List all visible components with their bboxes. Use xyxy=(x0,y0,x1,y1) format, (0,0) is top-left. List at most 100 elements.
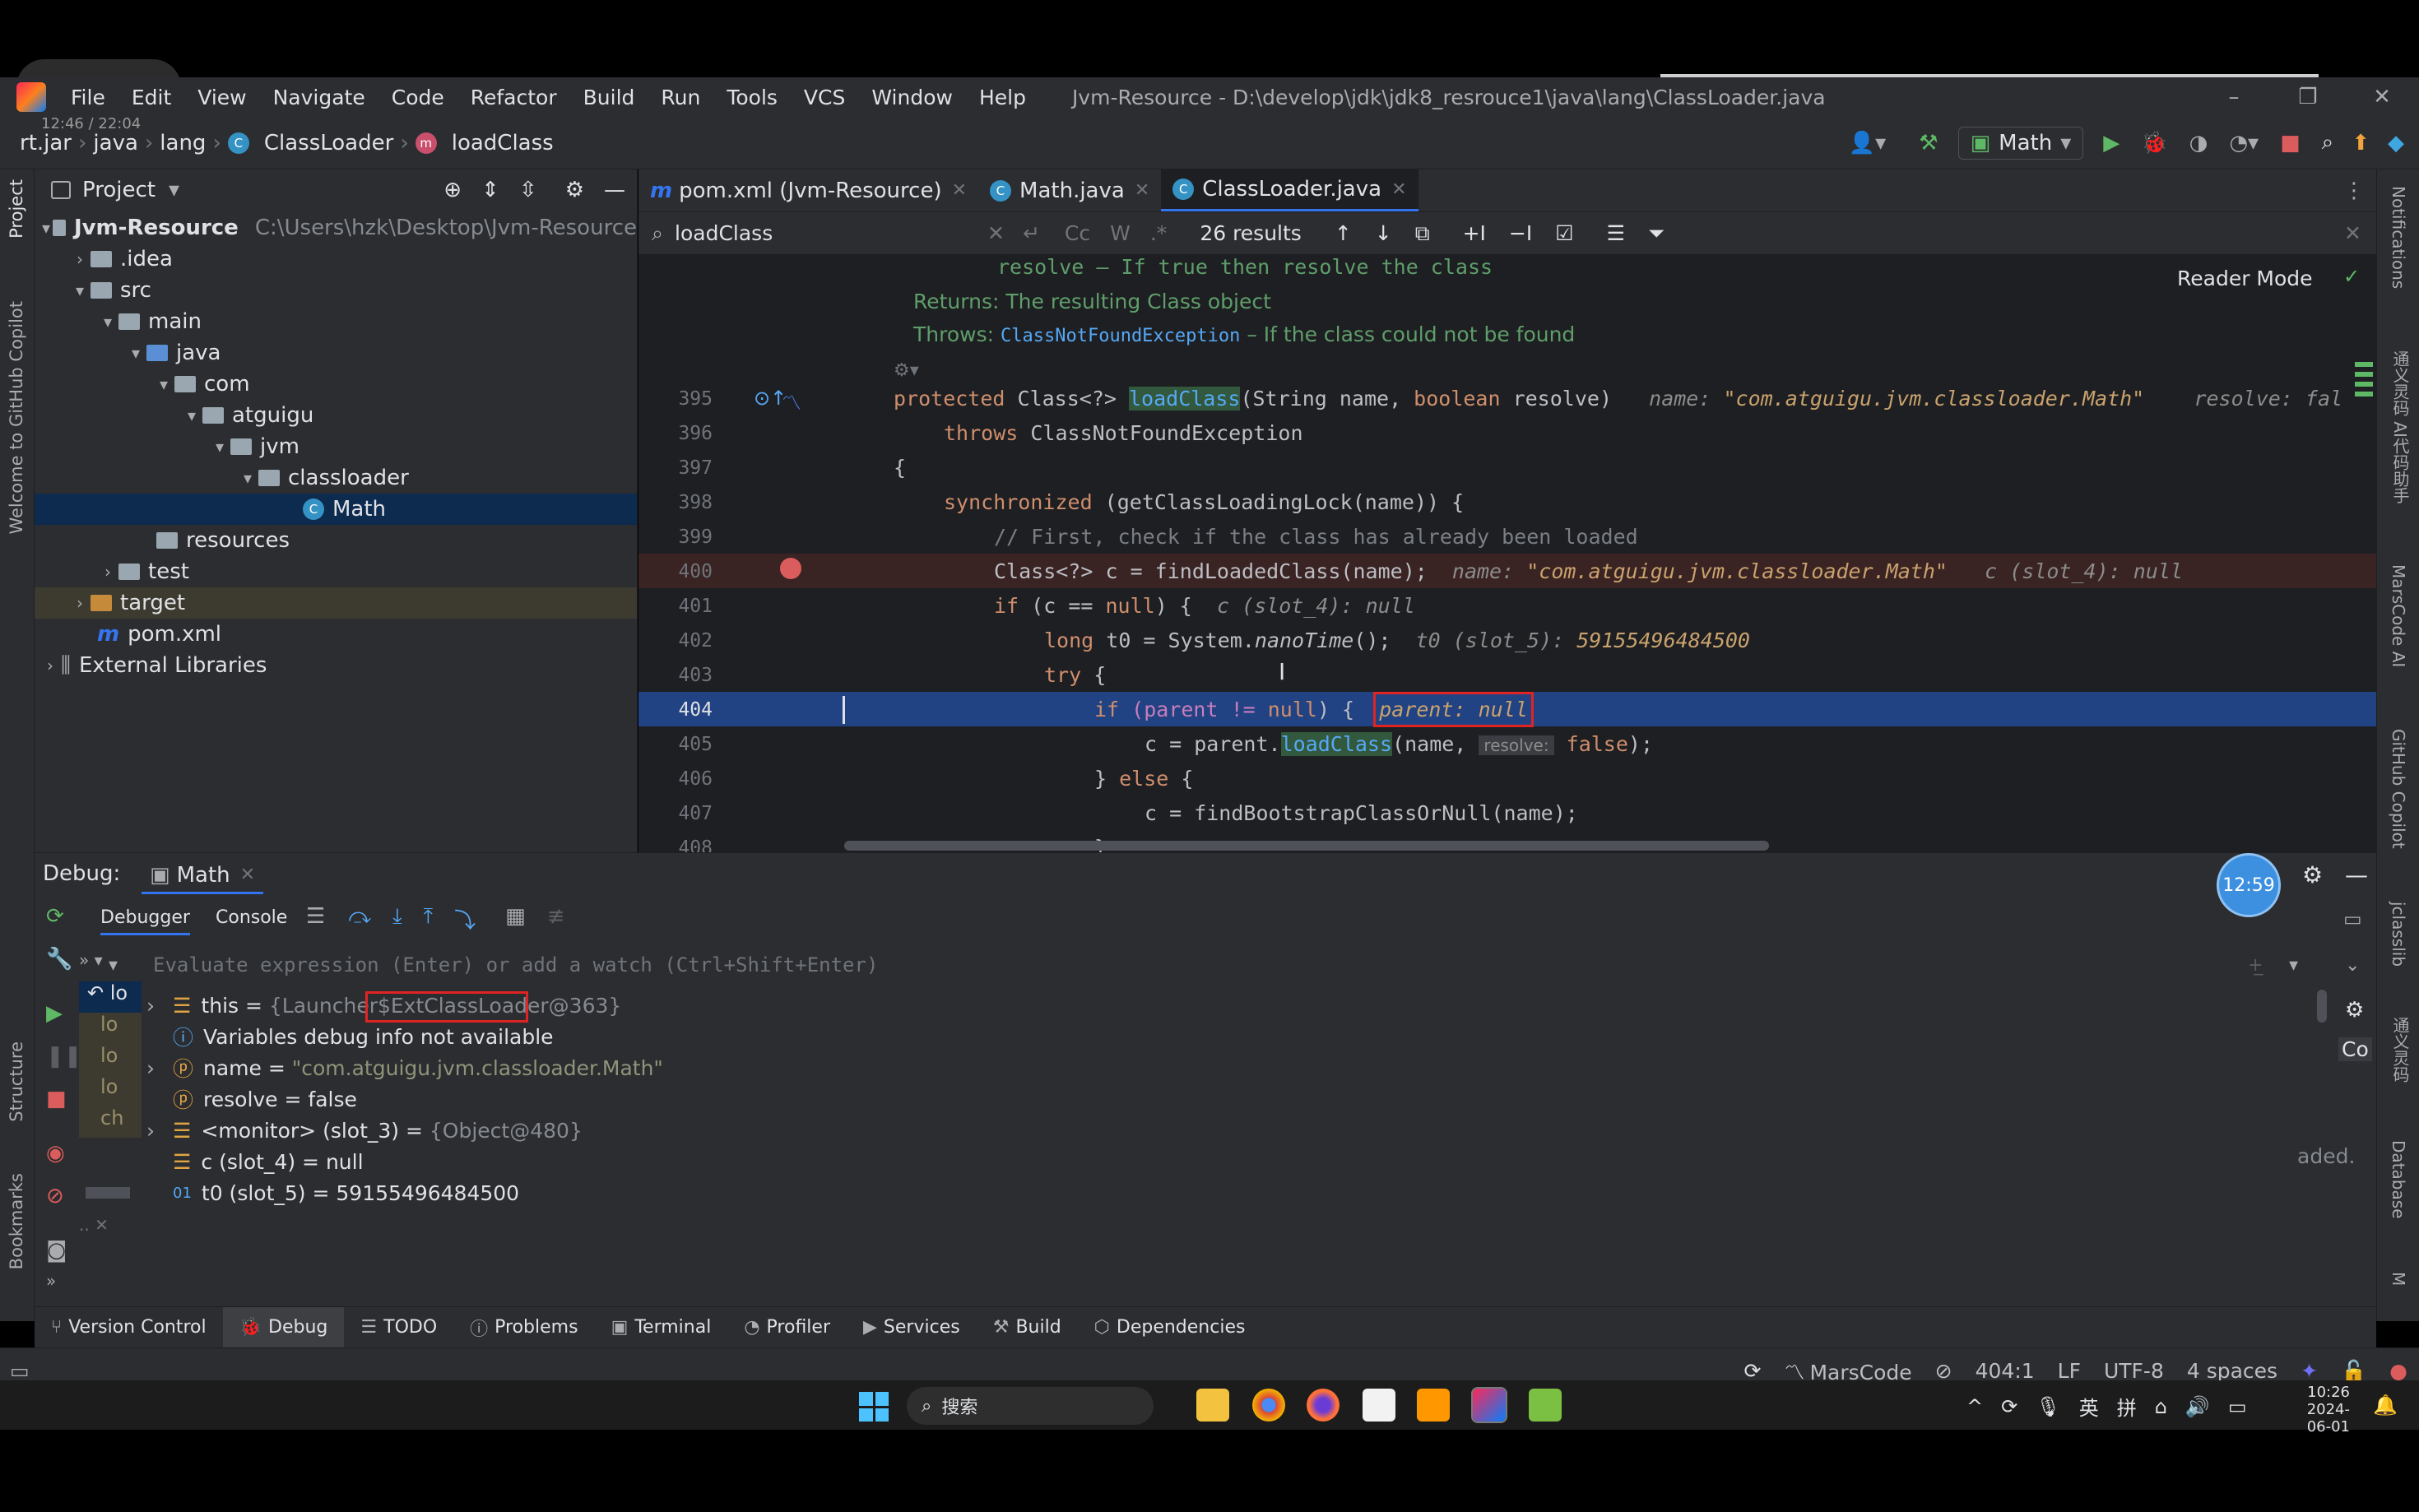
tree-item-main[interactable]: ▾ main xyxy=(35,306,637,337)
breadcrumb-jar[interactable]: rt.jar xyxy=(0,131,78,155)
add-watch-icon[interactable]: +̲ xyxy=(2248,955,2263,976)
variable-resolve[interactable]: ⓟ resolve = false xyxy=(146,1083,357,1115)
profile-icon[interactable]: ◔▾ xyxy=(2229,131,2259,155)
horizontal-scrollbar[interactable] xyxy=(844,841,1769,851)
prev-occurrence-icon[interactable]: ↑ xyxy=(1335,221,1352,245)
chevron-right-icon[interactable]: › xyxy=(97,562,118,582)
tree-item-src[interactable]: ▾ src xyxy=(35,275,637,306)
chevron-down-icon[interactable]: ▾ xyxy=(169,178,179,202)
firefox-icon[interactable] xyxy=(1307,1389,1340,1422)
database-tool-button[interactable]: Database xyxy=(2389,1140,2408,1218)
chevron-down-icon[interactable]: ▾ xyxy=(69,281,91,300)
chevron-right-icon[interactable]: › xyxy=(146,1119,173,1143)
plugin-icon[interactable]: ◆ xyxy=(2388,131,2404,155)
filter-lines-icon[interactable]: ☰ xyxy=(1607,221,1625,245)
frames-scrollbar[interactable] xyxy=(86,1187,130,1199)
code-editor[interactable]: resolve – If true then resolve the class… xyxy=(638,255,2376,852)
menu-file[interactable]: File xyxy=(58,86,118,109)
tree-item-jvm[interactable]: ▾ jvm xyxy=(35,431,637,462)
stop-icon[interactable]: ■ xyxy=(46,1087,79,1141)
microphone-icon[interactable]: 🎙 xyxy=(2036,1395,2060,1418)
chevron-right-icon[interactable]: › xyxy=(146,1056,173,1080)
windows-start-icon[interactable] xyxy=(859,1392,889,1422)
gear-icon[interactable]: ⚙ xyxy=(2345,998,2364,1023)
status-indent[interactable]: 4 spaces xyxy=(2175,1359,2289,1383)
mute-breakpoints-icon[interactable]: ⊘ xyxy=(46,1184,79,1238)
menu-edit[interactable]: Edit xyxy=(118,86,184,109)
notifications-tool-button[interactable]: Notifications xyxy=(2389,186,2408,289)
chevron-down-icon[interactable]: ▾ xyxy=(2289,955,2298,976)
close-tab-icon[interactable]: ✕ xyxy=(1135,180,1149,201)
read-only-lock-icon[interactable]: 🔓 xyxy=(2329,1359,2378,1384)
doc-throws-class[interactable]: ClassNotFoundException xyxy=(1001,326,1240,346)
console-tab[interactable]: Console xyxy=(216,907,287,928)
github-copilot-tool-button[interactable]: GitHub Copilot xyxy=(2389,729,2408,849)
chevron-down-icon[interactable]: ▾ xyxy=(181,406,202,425)
side-pane-tab[interactable]: Co xyxy=(2338,1037,2372,1061)
tree-item-external-libraries[interactable]: › ⫼ External Libraries xyxy=(35,650,637,681)
frame-item[interactable]: lo xyxy=(79,1075,142,1106)
hide-panel-icon[interactable]: — xyxy=(604,178,625,202)
tool-tab-debug[interactable]: 🐞 Debug xyxy=(222,1307,345,1347)
stop-icon[interactable]: ■ xyxy=(2280,131,2301,155)
volume-icon[interactable]: 🔊 xyxy=(2185,1395,2210,1418)
tool-tab-problems[interactable]: ⓘ Problems xyxy=(453,1307,594,1347)
locate-icon[interactable]: ⊕ xyxy=(443,178,462,202)
tool-tab-version-control[interactable]: ⑂ Version Control xyxy=(35,1307,223,1347)
whole-words-toggle[interactable]: W xyxy=(1110,221,1131,245)
more-icon[interactable]: » xyxy=(46,1271,79,1304)
evaluate-expression-input[interactable]: Evaluate expression (Enter) or add a wat… xyxy=(153,953,2037,985)
power-save-icon[interactable]: ⊘ xyxy=(1924,1359,1964,1383)
chrome-icon[interactable] xyxy=(1252,1389,1285,1422)
intellij-taskbar-icon[interactable] xyxy=(1471,1387,1507,1423)
status-caret-position[interactable]: 404:1 xyxy=(1964,1359,2046,1383)
project-tool-button[interactable]: Project xyxy=(7,179,26,239)
chevron-right-icon[interactable]: › xyxy=(69,249,91,269)
tree-item-atguigu[interactable]: ▾ atguigu xyxy=(35,400,637,431)
sync-icon[interactable]: ⟳ xyxy=(1732,1359,1772,1383)
expand-toggle-icon[interactable]: ▾ xyxy=(109,955,118,976)
tongyi-status-icon[interactable]: ✦ xyxy=(2289,1359,2329,1383)
remove-occurrence-icon[interactable]: −I xyxy=(1509,221,1532,245)
hide-panel-icon[interactable]: — xyxy=(2345,861,2368,888)
tray-expand-icon[interactable]: ^ xyxy=(1966,1395,1983,1418)
file-explorer-icon[interactable] xyxy=(1196,1389,1229,1422)
next-occurrence-icon[interactable]: ↓ xyxy=(1375,221,1392,245)
tree-item-test[interactable]: › test xyxy=(35,556,637,587)
search-input[interactable]: loadClass xyxy=(675,221,987,245)
project-panel-title[interactable]: Project xyxy=(82,178,156,202)
marscode-gutter-icon[interactable]: 〽 xyxy=(782,387,801,415)
notification-bell-icon[interactable]: 🔔 xyxy=(2373,1394,2398,1417)
update-icon[interactable]: ⬆ xyxy=(2352,131,2370,155)
evaluate-icon[interactable]: ▦ xyxy=(505,904,526,935)
structure-tool-button[interactable]: Structure xyxy=(7,1041,26,1122)
close-tab-icon[interactable]: ✕ xyxy=(952,180,967,201)
coverage-icon[interactable]: ◑ xyxy=(2189,131,2208,155)
chevron-right-icon[interactable]: › xyxy=(39,656,61,675)
marscode-tool-button[interactable]: MarsCode AI xyxy=(2389,564,2408,667)
close-find-icon[interactable]: ✕ xyxy=(2344,221,2361,245)
menu-code[interactable]: Code xyxy=(378,86,457,109)
gutter-annotations-icon[interactable]: ⚙▾ xyxy=(894,360,919,381)
tree-item-pom[interactable]: m pom.xml xyxy=(35,619,637,650)
tree-item-classloader[interactable]: ▾ classloader xyxy=(35,462,637,494)
frame-item[interactable]: ch xyxy=(79,1106,142,1138)
run-icon[interactable]: ▶ xyxy=(2103,131,2120,155)
tongyi-tool-button[interactable]: 通义灵码 xyxy=(2389,1017,2412,1083)
tab-pom[interactable]: m pom.xml (Jvm-Resource) ✕ xyxy=(638,169,978,211)
collapse-icon[interactable]: ⌄ xyxy=(2345,955,2360,976)
clear-search-icon[interactable]: ✕ xyxy=(987,221,1005,245)
search-history-icon[interactable]: ↵ xyxy=(1023,221,1040,245)
frame-item[interactable]: lo xyxy=(79,1013,142,1044)
chevron-down-icon[interactable]: ▾ xyxy=(209,437,230,457)
debug-session-tab[interactable]: ▣ Math ✕ xyxy=(142,858,264,894)
battery-icon[interactable]: ▭ xyxy=(2228,1395,2247,1418)
menu-help[interactable]: Help xyxy=(966,86,1039,109)
taskbar-clock[interactable]: 10:26 2024-06-01 xyxy=(2284,1384,2350,1435)
reader-mode-button[interactable]: Reader Mode xyxy=(2177,267,2313,290)
chevron-down-icon[interactable]: ▾ xyxy=(153,374,174,394)
rerun-icon[interactable]: ⟳ xyxy=(46,904,79,947)
collapse-all-icon[interactable]: ⇳ xyxy=(519,178,537,202)
frame-selected[interactable]: ↶ lo xyxy=(79,981,142,1013)
breakpoint-icon[interactable] xyxy=(780,558,801,579)
